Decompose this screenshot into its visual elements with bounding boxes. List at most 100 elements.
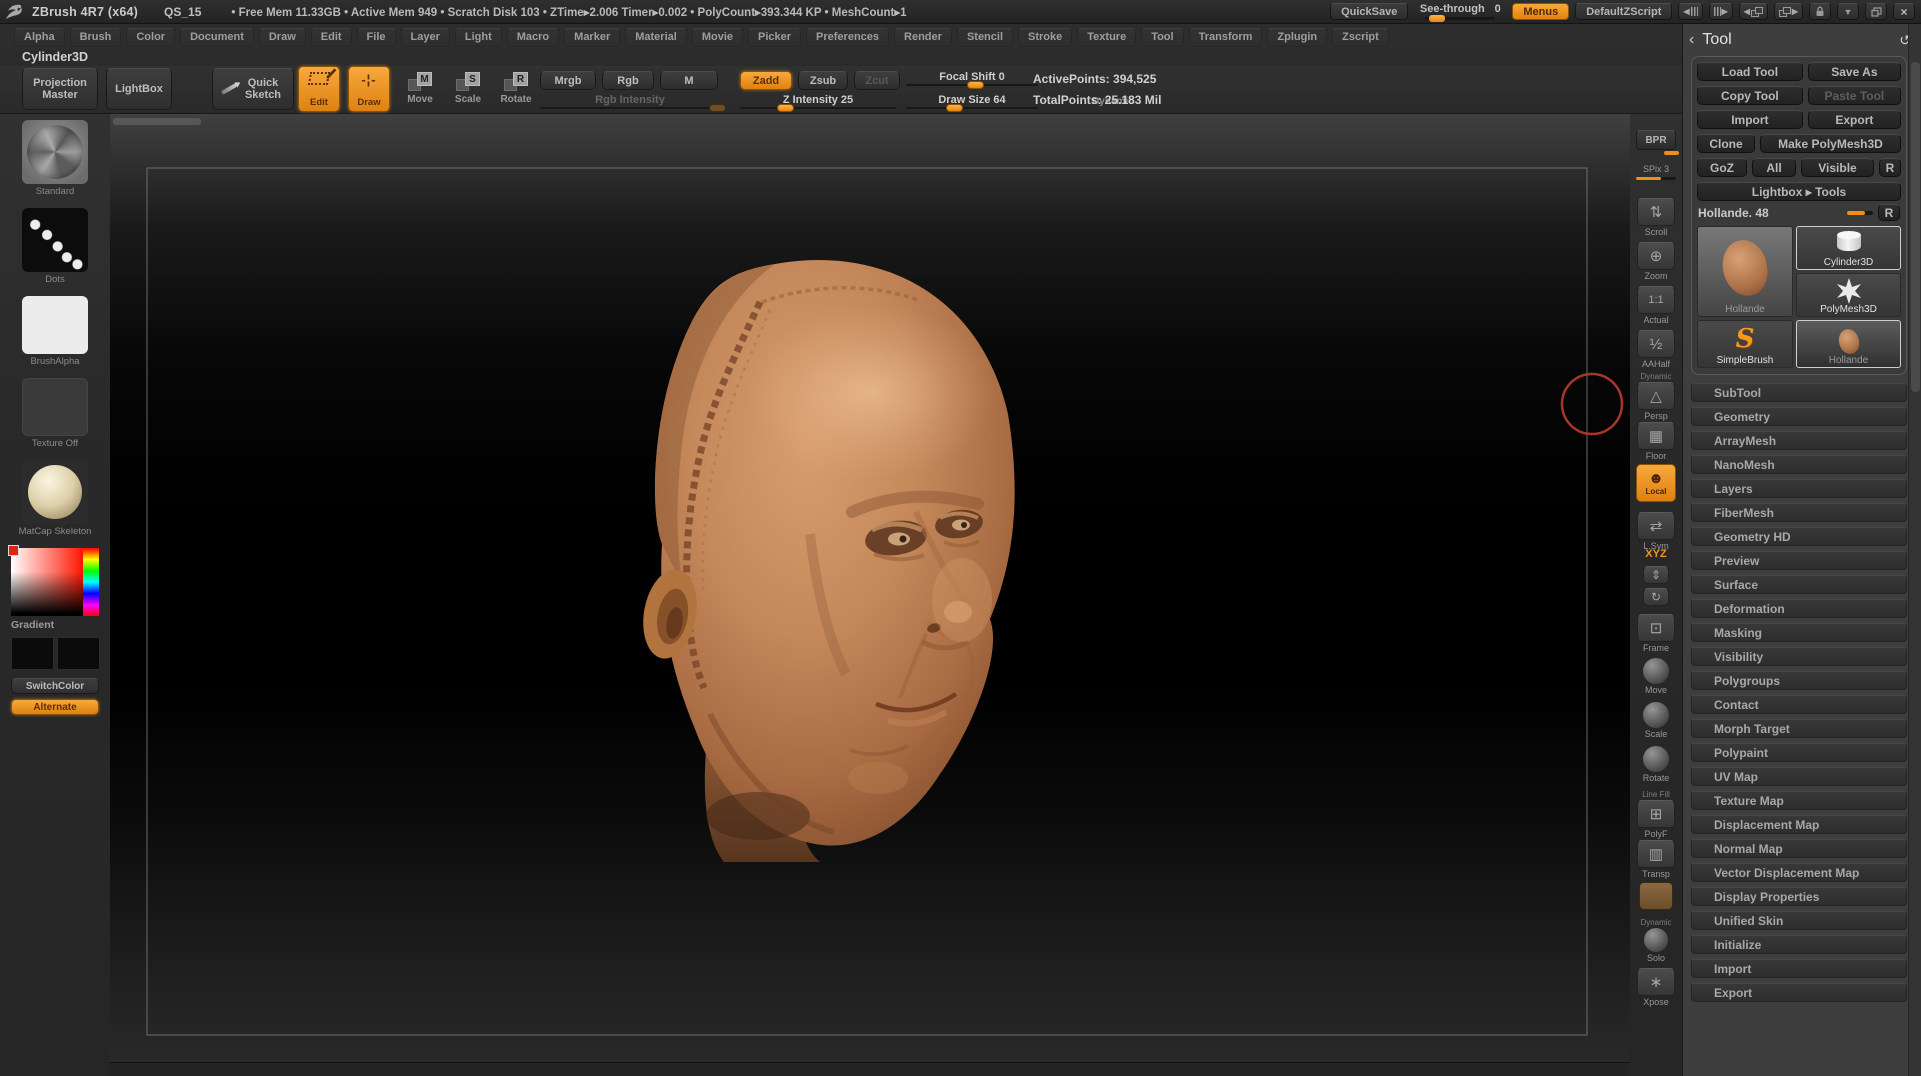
tool-section-bar[interactable]: Layers (1691, 479, 1907, 498)
aahalf-button[interactable]: ½ AAHalf (1630, 330, 1682, 369)
menu-item[interactable]: Layer (401, 28, 450, 47)
active-tool-thumbnail[interactable]: Hollande (1697, 226, 1793, 317)
gradient-label[interactable]: Gradient (11, 619, 99, 631)
m-button[interactable]: M (660, 71, 718, 90)
brush-selector[interactable]: Standard (22, 120, 88, 197)
tool-panel-scrollbar[interactable] (1908, 24, 1921, 1076)
edit-button[interactable]: Edit (298, 66, 340, 112)
menu-item[interactable]: Preferences (806, 28, 889, 47)
zoom-button[interactable]: ⊕ Zoom (1630, 242, 1682, 281)
draw-button[interactable]: -¦- Draw (348, 66, 390, 112)
see-through-track[interactable] (1425, 17, 1495, 20)
hue-strip[interactable] (83, 548, 99, 616)
persp-button[interactable]: Dynamic △ Persp (1630, 372, 1682, 421)
menu-item[interactable]: Color (126, 28, 175, 47)
alpha-thumbnail[interactable] (22, 296, 88, 354)
local-button[interactable]: ☻ Local (1630, 464, 1682, 502)
menu-item[interactable]: Texture (1077, 28, 1136, 47)
recent-tool-thumbnail[interactable]: Hollande (1796, 320, 1901, 368)
draw-size-knob[interactable] (946, 104, 963, 112)
current-tool-slider[interactable] (1847, 211, 1873, 215)
tool-section-bar[interactable]: Vector Displacement Map (1691, 863, 1907, 882)
paste-tool-button[interactable]: Paste Tool (1808, 86, 1901, 105)
rgb-intensity-slider[interactable]: Rgb Intensity (540, 94, 720, 110)
menu-item[interactable]: Light (455, 28, 502, 47)
quicksave-button[interactable]: QuickSave (1330, 3, 1408, 20)
projection-master-button[interactable]: Projection Master (22, 68, 98, 110)
tool-section-bar[interactable]: FiberMesh (1691, 503, 1907, 522)
save-as-button[interactable]: Save As (1808, 62, 1901, 81)
tool-section-bar[interactable]: Masking (1691, 623, 1907, 642)
xpose-button[interactable]: ∗ Xpose (1630, 968, 1682, 1007)
dock-right-button[interactable]: ▶ (1709, 3, 1733, 20)
xyz-button[interactable]: XYZ (1630, 548, 1682, 560)
menu-item[interactable]: Tool (1141, 28, 1183, 47)
tool-section-bar[interactable]: Morph Target (1691, 719, 1907, 738)
draw-size-slider[interactable]: Draw Size 64 (906, 94, 1038, 110)
prev-window-button[interactable]: ◀ (1739, 3, 1768, 20)
tool-section-bar[interactable]: Normal Map (1691, 839, 1907, 858)
goz-r-button[interactable]: R (1879, 158, 1901, 177)
spin-button[interactable]: ↻ (1630, 588, 1682, 606)
bpr-button[interactable]: BPR (1630, 130, 1682, 155)
tool-section-bar[interactable]: Geometry (1691, 407, 1907, 426)
rgb-button[interactable]: Rgb (602, 71, 654, 90)
default-zscript-button[interactable]: DefaultZScript (1575, 3, 1672, 20)
tool-section-bar[interactable]: Preview (1691, 551, 1907, 570)
material-thumbnail[interactable] (22, 460, 88, 524)
tool-section-bar[interactable]: Export (1691, 983, 1907, 1002)
texture-thumbnail[interactable] (22, 378, 88, 436)
goz-button[interactable]: GoZ (1697, 158, 1747, 177)
tool-section-bar[interactable]: SubTool (1691, 383, 1907, 402)
floor-button[interactable]: ▦ Floor (1630, 422, 1682, 461)
texture-selector[interactable]: Texture Off (22, 378, 88, 449)
scrollbar-thumb[interactable] (1911, 62, 1920, 392)
scroll-button[interactable]: ⇅ Scroll (1630, 198, 1682, 237)
zsub-button[interactable]: Zsub (798, 71, 848, 90)
secondary-color-swatch[interactable] (57, 637, 100, 670)
tool-section-bar[interactable]: Initialize (1691, 935, 1907, 954)
collapse-arrow-icon[interactable]: ‹ (1689, 31, 1694, 49)
menu-item[interactable]: Stencil (957, 28, 1013, 47)
clone-button[interactable]: Clone (1697, 134, 1755, 153)
tool-section-bar[interactable]: Displacement Map (1691, 815, 1907, 834)
switch-color-button[interactable]: SwitchColor (11, 678, 99, 694)
tool-section-bar[interactable]: Visibility (1691, 647, 1907, 666)
z-intensity-knob[interactable] (777, 104, 794, 112)
minimize-button[interactable]: ▼ (1837, 3, 1859, 20)
tool-section-bar[interactable]: Polygroups (1691, 671, 1907, 690)
tool-section-bar[interactable]: Polypaint (1691, 743, 1907, 762)
see-through-slider[interactable]: See-through 0 (1414, 3, 1506, 20)
brush-thumbnail[interactable] (22, 120, 88, 184)
all-button[interactable]: All (1752, 158, 1796, 177)
tool-section-bar[interactable]: Contact (1691, 695, 1907, 714)
load-tool-button[interactable]: Load Tool (1697, 62, 1803, 81)
lightbox-button[interactable]: LightBox (106, 68, 172, 110)
lightbox-tools-button[interactable]: Lightbox ▸ Tools (1697, 182, 1901, 201)
transparency-button[interactable]: ▥ Transp (1630, 840, 1682, 879)
zadd-button[interactable]: Zadd (740, 71, 792, 90)
menu-item[interactable]: Marker (564, 28, 620, 47)
document-canvas[interactable] (110, 114, 1630, 1062)
rotate-button[interactable]: R Rotate (494, 72, 538, 105)
canvas-move-button[interactable]: Move (1630, 658, 1682, 695)
menu-item[interactable]: Document (180, 28, 254, 47)
menus-button[interactable]: Menus (1512, 3, 1569, 20)
zcut-button[interactable]: Zcut (854, 71, 900, 90)
simplebrush-thumbnail[interactable]: S SimpleBrush (1697, 320, 1793, 368)
menu-item[interactable]: Picker (748, 28, 801, 47)
focal-shift-slider[interactable]: Focal Shift 0 (906, 71, 1038, 87)
color-picker[interactable] (11, 548, 99, 616)
import-button[interactable]: Import (1697, 110, 1803, 129)
ghost-button[interactable] (1630, 882, 1682, 910)
dock-left-button[interactable]: ◀ (1678, 3, 1702, 20)
menu-item[interactable]: File (357, 28, 396, 47)
current-tool-r-button[interactable]: R (1878, 204, 1900, 221)
close-button[interactable]: × (1893, 3, 1915, 20)
alternate-button[interactable]: Alternate (11, 699, 99, 715)
restore-window-button[interactable] (1865, 3, 1887, 20)
tool-section-bar[interactable]: Display Properties (1691, 887, 1907, 906)
material-selector[interactable]: MatCap Skeleton (19, 460, 92, 537)
menu-item[interactable]: Edit (311, 28, 352, 47)
tool-section-bar[interactable]: Texture Map (1691, 791, 1907, 810)
